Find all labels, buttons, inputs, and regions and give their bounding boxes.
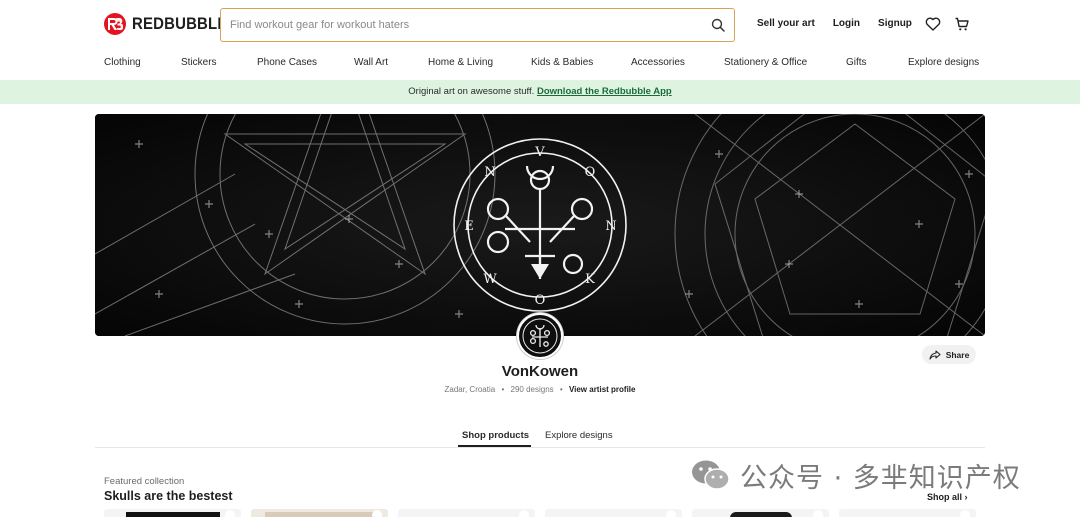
artist-location: Zadar, Croatia [444, 385, 496, 394]
search-input[interactable] [230, 17, 700, 33]
product-card[interactable] [251, 509, 388, 517]
sigil-letter-w: W [483, 272, 497, 287]
nav-item-clothing[interactable]: Clothing [104, 57, 141, 68]
nav-item-stickers[interactable]: Stickers [181, 57, 217, 68]
sigil-letter-o2: O [535, 293, 546, 308]
share-label: Share [945, 349, 970, 360]
redbubble-logo-icon [104, 13, 126, 35]
login-link[interactable]: Login [833, 18, 860, 29]
artist-design-count: 290 designs [510, 385, 554, 394]
featured-collection-title: Skulls are the bestest [104, 489, 233, 503]
sigil-letter-k: K [585, 272, 595, 287]
product-card[interactable] [398, 509, 535, 517]
product-image [126, 512, 220, 517]
sigil-letter-n2: N [484, 165, 495, 180]
favorite-heart-icon[interactable] [225, 510, 235, 517]
nav-item-stationery-office[interactable]: Stationery & Office [724, 57, 807, 68]
meta-separator: • [501, 385, 505, 394]
header-links: Sell your art Login Signup [757, 18, 912, 29]
header: REDBUBBLE Sell your art Login Signup [0, 0, 1080, 50]
heart-icon[interactable] [925, 16, 941, 32]
meta-separator: • [559, 385, 563, 394]
promo-text: Original art on awesome stuff. [408, 86, 535, 97]
featured-collection-label: Featured collection [104, 476, 185, 487]
artist-meta: Zadar, Croatia • 290 designs • View arti… [0, 385, 1080, 394]
favorite-heart-icon[interactable] [666, 510, 676, 517]
favorite-heart-icon[interactable] [519, 510, 529, 517]
active-tab-indicator [458, 445, 531, 447]
nav-item-explore-designs[interactable]: Explore designs [908, 57, 979, 68]
artist-tabs: Shop products Explore designs [95, 426, 985, 448]
favorite-heart-icon[interactable] [960, 510, 970, 517]
sell-your-art-link[interactable]: Sell your art [757, 18, 815, 29]
search-bar[interactable] [220, 8, 735, 42]
signup-link[interactable]: Signup [878, 18, 912, 29]
nav-item-gifts[interactable]: Gifts [846, 57, 867, 68]
nav-item-accessories[interactable]: Accessories [631, 57, 685, 68]
nav-item-home-living[interactable]: Home & Living [428, 57, 493, 68]
product-card[interactable] [545, 509, 682, 517]
brand-name: REDBUBBLE [132, 14, 228, 33]
artist-name: VonKowen [501, 363, 579, 380]
product-image [730, 512, 792, 517]
sigil-letter-n1: N [605, 219, 616, 234]
watermark-text: 公众号 · 多芈知识产权 [740, 462, 1021, 494]
product-cards-row [104, 509, 984, 517]
promo-banner: Original art on awesome stuff. Download … [0, 80, 1080, 104]
share-button[interactable]: Share [922, 345, 976, 364]
wechat-icon [692, 460, 730, 490]
nav-item-wall-art[interactable]: Wall Art [354, 57, 388, 68]
tab-explore-designs[interactable]: Explore designs [545, 430, 613, 441]
view-artist-profile-link[interactable]: View artist profile [569, 385, 636, 394]
share-arrow-icon [929, 349, 941, 360]
product-image [265, 512, 375, 517]
sigil-letter-v: V [534, 145, 545, 160]
download-app-link[interactable]: Download the Redbubble App [537, 86, 672, 97]
artist-avatar[interactable] [517, 313, 563, 359]
favorite-heart-icon[interactable] [813, 510, 823, 517]
sigil-letter-o1: O [585, 165, 596, 180]
product-card[interactable] [104, 509, 241, 517]
avatar-sigil-icon [522, 318, 558, 354]
occult-pattern-artwork: V O N K O W E N [95, 114, 985, 336]
cart-icon[interactable] [954, 16, 970, 32]
product-card[interactable] [692, 509, 829, 517]
category-nav: Clothing Stickers Phone Cases Wall Art H… [0, 57, 1080, 73]
search-icon[interactable] [711, 18, 725, 32]
favorite-heart-icon[interactable] [372, 510, 382, 517]
product-card[interactable] [839, 509, 976, 517]
wechat-watermark: 公众号 · 多芈知识产权 [690, 455, 1021, 495]
tab-shop-products[interactable]: Shop products [462, 430, 529, 441]
nav-item-kids-babies[interactable]: Kids & Babies [531, 57, 593, 68]
sigil-letter-e: E [464, 219, 474, 234]
nav-item-phone-cases[interactable]: Phone Cases [257, 57, 317, 68]
artist-cover-banner: V O N K O W E N [95, 114, 985, 336]
